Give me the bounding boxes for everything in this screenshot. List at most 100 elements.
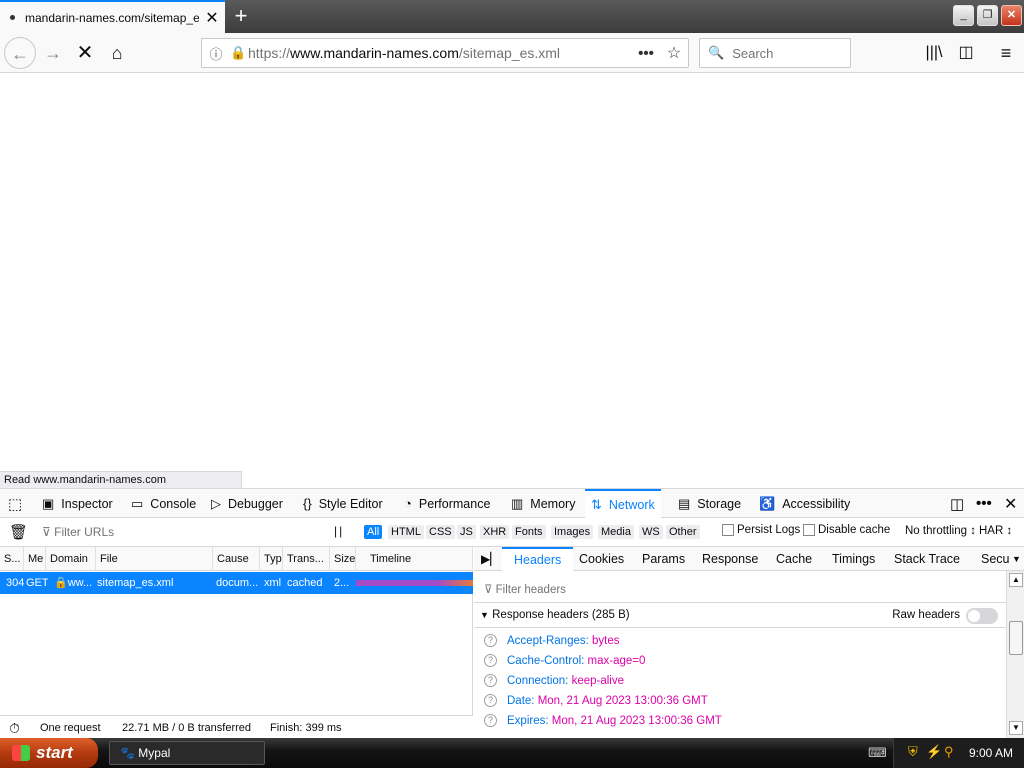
column-method[interactable]: Me	[24, 547, 46, 571]
forward-button[interactable]: →	[37, 37, 69, 69]
scroll-down-icon[interactable]: ▼	[1009, 721, 1023, 735]
toggle-switch[interactable]	[966, 607, 998, 624]
close-tab-icon[interactable]: ✕	[199, 8, 225, 28]
security-shield-icon[interactable]: ⛨	[908, 744, 918, 760]
tab-style-editor[interactable]: {} Style Editor	[303, 489, 383, 518]
taskbar-item-mypal[interactable]: 🐾 Mypal	[109, 741, 265, 765]
request-cause: docum...	[216, 577, 259, 589]
tab-response[interactable]: Response	[702, 547, 758, 571]
page-actions-icon[interactable]: •••	[632, 45, 660, 62]
sidebar-icon[interactable]: ◫	[950, 37, 982, 69]
chevron-down-icon: ▼	[480, 610, 489, 620]
raw-headers-toggle[interactable]: Raw headers	[892, 603, 998, 628]
search-input[interactable]	[732, 45, 843, 61]
details-tabs: ▶▏ Headers Cookies Params Response Cache…	[474, 547, 1024, 571]
tab-debugger[interactable]: ▷ Debugger	[211, 489, 283, 518]
home-button[interactable]: ⌂	[101, 37, 133, 69]
start-button[interactable]: start	[0, 738, 98, 768]
help-icon[interactable]: ?	[484, 674, 497, 688]
network-tray-icon[interactable]: ⚡	[926, 744, 942, 760]
lock-icon[interactable]: 🔒	[230, 45, 248, 61]
har-menu[interactable]: HAR ↕	[979, 525, 1012, 537]
table-row[interactable]: 304 GET 🔒ww... sitemap_es.xml docum... x…	[0, 572, 473, 594]
more-options-icon[interactable]: •••	[976, 489, 992, 518]
filter-images[interactable]: Images	[551, 525, 594, 539]
tab-cookies[interactable]: Cookies	[579, 547, 624, 571]
restore-window-button[interactable]: ❐	[977, 5, 998, 26]
filter-headers-input[interactable]: ⊽ Filter headers	[474, 577, 1006, 603]
response-headers-section[interactable]: ▼ Response headers (285 B) Raw headers	[474, 603, 1006, 628]
filter-other[interactable]: Other	[666, 525, 700, 539]
tab-inspector[interactable]: ▣ Inspector	[42, 489, 113, 518]
toggle-panel-icon[interactable]: ▶▏	[481, 547, 499, 571]
dock-side-icon[interactable]: ◫	[950, 489, 964, 518]
minimize-window-button[interactable]: _	[953, 5, 974, 26]
tab-performance[interactable]: ◔ Performance	[404, 489, 490, 518]
tab-storage[interactable]: ▤ Storage	[678, 489, 741, 518]
help-icon[interactable]: ?	[484, 714, 497, 728]
filter-media[interactable]: Media	[598, 525, 634, 539]
tab-memory[interactable]: ▥ Memory	[511, 489, 575, 518]
help-icon[interactable]: ?	[484, 694, 497, 708]
column-cause[interactable]: Cause	[213, 547, 260, 571]
scroll-up-icon[interactable]: ▲	[1009, 573, 1023, 587]
status-panel: Read www.mandarin-names.com	[0, 471, 242, 488]
element-picker-icon[interactable]: ⬚	[8, 489, 22, 518]
bookmark-star-icon[interactable]: ☆	[660, 43, 688, 63]
tab-network[interactable]: ⇅ Network	[585, 489, 661, 518]
hamburger-menu-icon[interactable]: ≡	[990, 37, 1022, 69]
new-tab-button[interactable]: +	[226, 0, 256, 33]
column-file[interactable]: File	[96, 547, 213, 571]
stop-loading-button[interactable]: ✕	[69, 37, 101, 69]
site-info-icon[interactable]: ⓘ	[202, 44, 230, 63]
filter-urls-input[interactable]: ⊽ Filter URLs	[42, 525, 114, 539]
clock[interactable]: 9:00 AM	[969, 738, 1013, 768]
tab-cache[interactable]: Cache	[776, 547, 812, 571]
disable-cache-checkbox[interactable]: Disable cache	[803, 524, 890, 536]
tab-params[interactable]: Params	[642, 547, 685, 571]
clear-trash-icon[interactable]: 🗑	[9, 523, 28, 541]
filter-html[interactable]: HTML	[388, 525, 424, 539]
column-type[interactable]: Typ	[260, 547, 283, 571]
url-bar[interactable]: ⓘ 🔒 https://www.mandarin-names.com/sitem…	[201, 38, 689, 68]
tab-accessibility[interactable]: ♿ Accessibility	[759, 489, 850, 518]
close-devtools-icon[interactable]: ✕	[1004, 489, 1017, 518]
headers-scrollbar[interactable]: ▲ ▼	[1006, 571, 1024, 739]
overflow-arrow-icon[interactable]: ▼	[1012, 547, 1021, 571]
summary-finish: Finish: 399 ms	[270, 722, 342, 734]
filter-fonts[interactable]: Fonts	[512, 525, 546, 539]
tab-console[interactable]: ▭ Console	[131, 489, 196, 518]
browser-tab[interactable]: mandarin-names.com/sitemap_es. ✕	[0, 0, 225, 33]
checkbox-box	[803, 524, 815, 536]
search-tray-icon[interactable]: ⚲	[944, 744, 954, 760]
filter-ws[interactable]: WS	[639, 525, 663, 539]
header-value: Mon, 21 Aug 2023 13:00:36 GMT	[537, 695, 708, 707]
tab-timings[interactable]: Timings	[832, 547, 875, 571]
column-size[interactable]: Size	[330, 547, 356, 571]
url-text[interactable]: https://www.mandarin-names.com/sitemap_e…	[248, 45, 632, 61]
tab-headers[interactable]: Headers	[502, 547, 574, 571]
library-icon[interactable]: |||\	[918, 37, 950, 69]
column-domain[interactable]: Domain	[46, 547, 96, 571]
request-domain: 🔒ww...	[50, 572, 96, 594]
help-icon[interactable]: ?	[484, 634, 497, 648]
column-transferred[interactable]: Trans...	[283, 547, 330, 571]
close-window-button[interactable]: ✕	[1001, 5, 1022, 26]
column-status[interactable]: S...	[0, 547, 24, 571]
filter-js[interactable]: JS	[457, 525, 476, 539]
pause-icon[interactable]: ||	[334, 524, 344, 538]
tab-stack-trace[interactable]: Stack Trace	[894, 547, 960, 571]
back-button[interactable]: ←	[4, 37, 36, 69]
filter-all[interactable]: All	[364, 525, 383, 539]
keyboard-icon[interactable]: ⌨	[868, 745, 887, 761]
scrollbar-thumb[interactable]	[1009, 621, 1023, 655]
column-timeline[interactable]: Timeline	[356, 547, 473, 571]
search-bar[interactable]: 🔍	[699, 38, 851, 68]
throttling-select[interactable]: No throttling ↕	[905, 525, 976, 537]
persist-logs-checkbox[interactable]: Persist Logs	[722, 524, 800, 536]
tab-security[interactable]: Secu	[981, 547, 1010, 571]
help-icon[interactable]: ?	[484, 654, 497, 668]
stopwatch-icon[interactable]: ⏱	[9, 716, 20, 740]
filter-css[interactable]: CSS	[426, 525, 455, 539]
filter-xhr[interactable]: XHR	[480, 525, 510, 539]
